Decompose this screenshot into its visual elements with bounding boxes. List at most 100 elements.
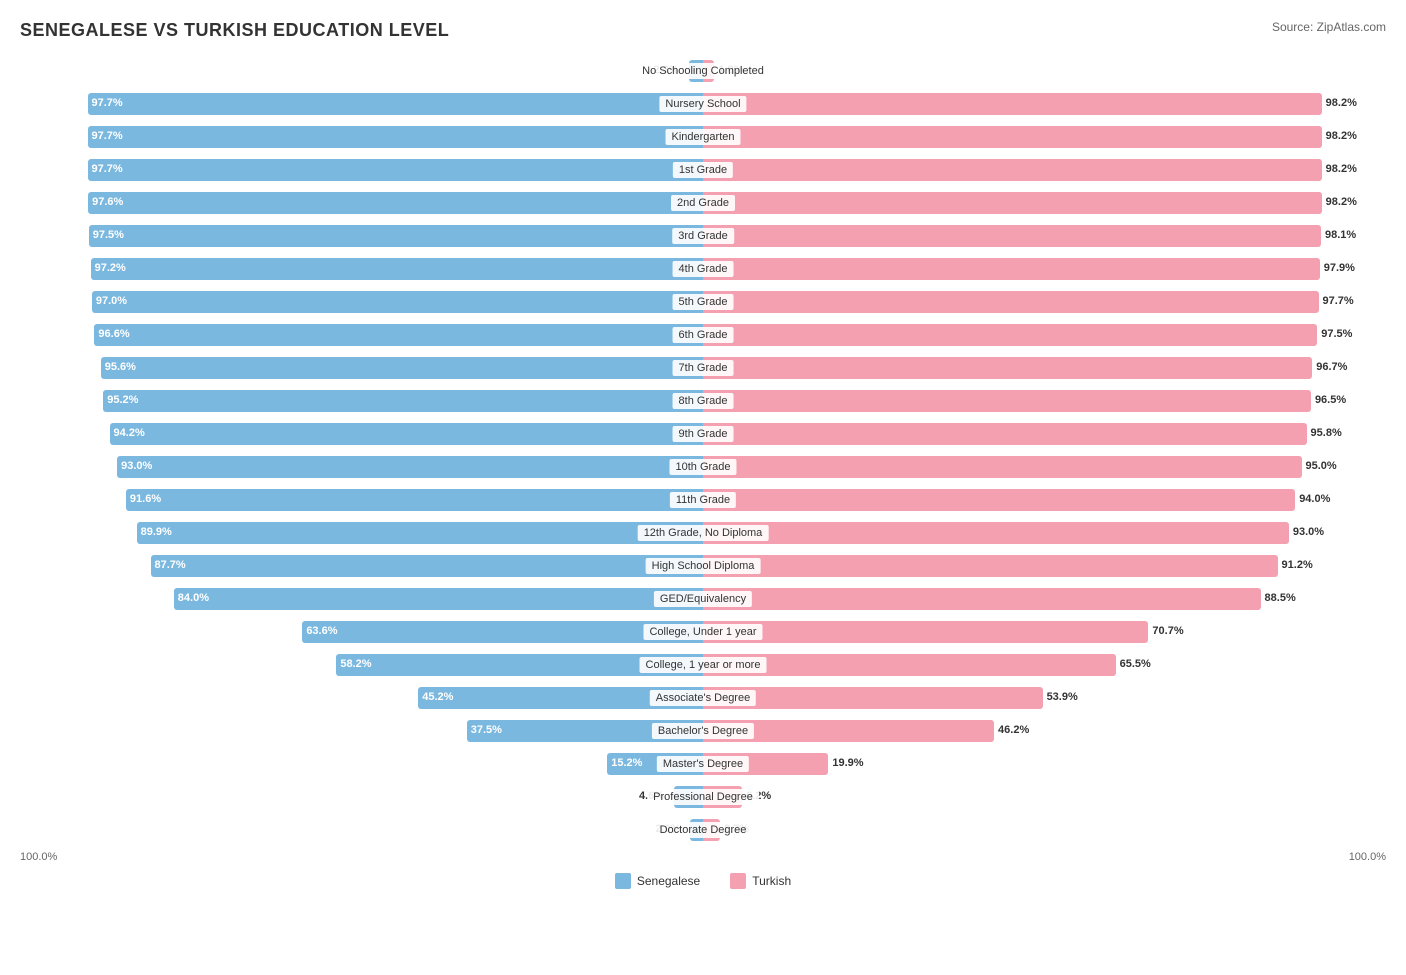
turkish-value: 91.2%	[1282, 559, 1313, 571]
turkish-bar	[703, 588, 1261, 610]
bar-row: 94.2% 95.8% 9th Grade	[23, 419, 1383, 449]
senegalese-value: 58.2%	[340, 658, 371, 670]
senegalese-value: 96.6%	[98, 328, 129, 340]
senegalese-bar	[91, 258, 703, 280]
bar-row: 97.0% 97.7% 5th Grade	[23, 287, 1383, 317]
turkish-bar	[703, 621, 1148, 643]
category-label: Associate's Degree	[650, 690, 756, 706]
senegalese-value: 97.7%	[91, 97, 122, 109]
senegalese-value: 45.2%	[422, 691, 453, 703]
bar-row: 2.3%1.8%No Schooling Completed	[23, 56, 1383, 86]
senegalese-value: 87.7%	[154, 559, 185, 571]
turkish-value: 70.7%	[1152, 625, 1183, 637]
turkish-value: 19.9%	[832, 757, 863, 769]
bar-row: 89.9%93.0%12th Grade, No Diploma	[23, 518, 1383, 548]
category-label: 2nd Grade	[671, 195, 735, 211]
senegalese-bar	[88, 126, 704, 148]
axis-labels: 100.0% 100.0%	[20, 851, 1386, 863]
category-label: 9th Grade	[673, 426, 734, 442]
senegalese-bar	[88, 159, 704, 181]
senegalese-value: 84.0%	[178, 592, 209, 604]
senegalese-value: 93.0%	[121, 460, 152, 472]
category-label: 8th Grade	[673, 393, 734, 409]
turkish-bar	[703, 159, 1322, 181]
senegalese-value: 95.2%	[107, 394, 138, 406]
turkish-value: 95.8%	[1311, 427, 1342, 439]
bar-row: 4.6%6.2%Professional Degree	[23, 782, 1383, 812]
turkish-value: 65.5%	[1120, 658, 1151, 670]
category-label: No Schooling Completed	[636, 63, 770, 79]
bar-row: 97.5%98.1%3rd Grade	[23, 221, 1383, 251]
turkish-bar	[703, 390, 1311, 412]
senegalese-value: 97.7%	[91, 163, 122, 175]
turkish-bar	[703, 93, 1322, 115]
turkish-value: 88.5%	[1265, 592, 1296, 604]
turkish-value: 46.2%	[998, 724, 1029, 736]
senegalese-bar	[117, 456, 703, 478]
category-label: Doctorate Degree	[654, 822, 753, 838]
turkish-value: 98.2%	[1326, 163, 1357, 175]
senegalese-value: 63.6%	[306, 625, 337, 637]
legend: Senegalese Turkish	[20, 873, 1386, 889]
turkish-value: 97.7%	[1323, 295, 1354, 307]
senegalese-bar	[151, 555, 704, 577]
category-label: 5th Grade	[673, 294, 734, 310]
turkish-value: 53.9%	[1047, 691, 1078, 703]
senegalese-value: 91.6%	[130, 493, 161, 505]
axis-right-label: 100.0%	[1349, 851, 1386, 863]
turkish-value: 93.0%	[1293, 526, 1324, 538]
turkish-bar	[703, 225, 1321, 247]
category-label: Professional Degree	[647, 789, 759, 805]
senegalese-value: 97.7%	[91, 130, 122, 142]
chart-title: SENEGALESE VS TURKISH EDUCATION LEVEL	[20, 20, 1386, 41]
bar-row: 63.6% 70.7% College, Under 1 year	[23, 617, 1383, 647]
bar-row: 97.6%98.2%2nd Grade	[23, 188, 1383, 218]
category-label: GED/Equivalency	[654, 591, 752, 607]
legend-senegalese: Senegalese	[615, 873, 700, 889]
legend-turkish: Turkish	[730, 873, 791, 889]
senegalese-value: 97.0%	[96, 295, 127, 307]
senegalese-value: 97.2%	[95, 262, 126, 274]
category-label: College, 1 year or more	[640, 657, 767, 673]
senegalese-value: 94.2%	[114, 427, 145, 439]
turkish-value: 98.2%	[1326, 196, 1357, 208]
bar-row: 15.2%19.9%Master's Degree	[23, 749, 1383, 779]
chart-body: 2.3%1.8%No Schooling Completed97.7%98.2%…	[23, 56, 1383, 845]
bar-row: 97.7%98.2%Kindergarten	[23, 122, 1383, 152]
category-label: 3rd Grade	[672, 228, 734, 244]
senegalese-bar	[92, 291, 703, 313]
source-text: Source: ZipAtlas.com	[1272, 20, 1386, 34]
turkish-value: 97.5%	[1321, 328, 1352, 340]
category-label: 7th Grade	[673, 360, 734, 376]
category-label: Bachelor's Degree	[652, 723, 754, 739]
bar-row: 97.7% 98.2% Nursery School	[23, 89, 1383, 119]
senegalese-bar	[89, 225, 703, 247]
turkish-bar	[703, 192, 1322, 214]
senegalese-bar	[137, 522, 703, 544]
category-label: Nursery School	[659, 96, 746, 112]
senegalese-value: 15.2%	[611, 757, 642, 769]
bar-row: 95.2% 96.5% 8th Grade	[23, 386, 1383, 416]
turkish-bar	[703, 555, 1278, 577]
turkish-label: Turkish	[752, 874, 791, 888]
bar-row: 93.0%95.0%10th Grade	[23, 452, 1383, 482]
turkish-value: 98.2%	[1326, 97, 1357, 109]
turkish-bar	[703, 357, 1312, 379]
senegalese-value: 37.5%	[471, 724, 502, 736]
category-label: 11th Grade	[670, 492, 736, 508]
category-label: Kindergarten	[666, 129, 741, 145]
bar-row: 91.6%94.0%11th Grade	[23, 485, 1383, 515]
category-label: High School Diploma	[646, 558, 761, 574]
category-label: College, Under 1 year	[643, 624, 762, 640]
bar-row: 37.5% 46.2% Bachelor's Degree	[23, 716, 1383, 746]
bar-row: 45.2% 53.9% Associate's Degree	[23, 683, 1383, 713]
turkish-value: 96.5%	[1315, 394, 1346, 406]
turkish-value: 97.9%	[1324, 262, 1355, 274]
chart-container: SENEGALESE VS TURKISH EDUCATION LEVEL So…	[0, 0, 1406, 919]
bar-row: 97.7%98.2%1st Grade	[23, 155, 1383, 185]
senegalese-bar	[94, 324, 703, 346]
senegalese-bar	[101, 357, 703, 379]
bar-row: 87.7% 91.2% High School Diploma	[23, 551, 1383, 581]
senegalese-value: 97.5%	[93, 229, 124, 241]
turkish-value: 96.7%	[1316, 361, 1347, 373]
